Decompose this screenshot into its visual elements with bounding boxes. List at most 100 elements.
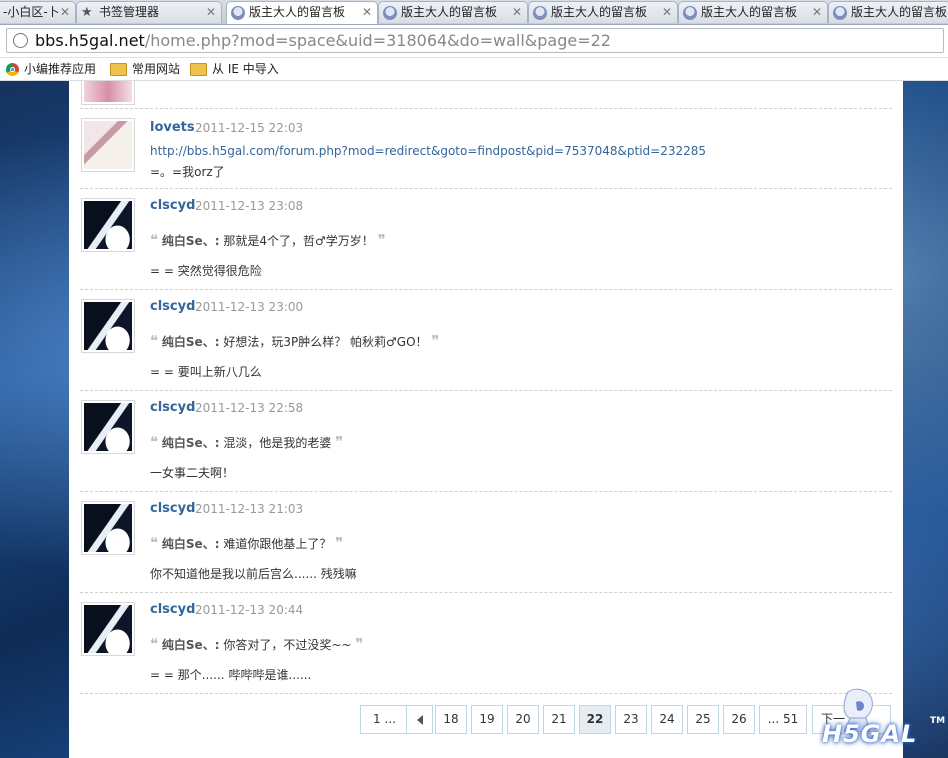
- folder-icon: [110, 63, 127, 76]
- list-item: clscyd 2011-12-13 20:44 ❝ 纯白Se、: 你答对了，不过…: [80, 593, 892, 694]
- site-favicon-icon: [231, 6, 245, 20]
- quote-open-icon: ❝: [150, 534, 159, 552]
- list-item: clscyd 2011-12-13 23:00 ❝ 纯白Se、: 好想法，玩3P…: [80, 290, 892, 391]
- avatar[interactable]: [81, 198, 135, 252]
- quote-author: 纯白Se、:: [161, 335, 220, 349]
- tab-strip: -小白区-卜 ✕ ★ 书签管理器 ✕ 版主大人的留言板 ✕ 版主大人的留言板 ✕…: [0, 0, 948, 25]
- tab-title: 版主大人的留言板: [701, 5, 798, 19]
- quote-close-icon: ❞: [335, 534, 344, 552]
- avatar[interactable]: [81, 501, 135, 555]
- browser-tab[interactable]: -小白区-卜 ✕: [0, 1, 76, 23]
- post-time: 2011-12-13 23:00: [195, 300, 304, 314]
- page-link[interactable]: 20: [507, 705, 539, 734]
- quote-open-icon: ❝: [150, 433, 159, 451]
- page-link[interactable]: 18: [435, 705, 467, 734]
- tab-title: -小白区-卜: [3, 5, 60, 19]
- username-link[interactable]: clscyd: [150, 299, 195, 314]
- page-last[interactable]: ... 51: [759, 705, 807, 734]
- post-time: 2011-12-13 23:08: [195, 199, 304, 213]
- quote-open-icon: ❝: [150, 332, 159, 350]
- star-icon: ★: [81, 5, 93, 20]
- address-bar[interactable]: bbs.h5gal.net/home.php?mod=space&uid=318…: [6, 28, 944, 53]
- avatar[interactable]: [81, 118, 135, 172]
- page-first[interactable]: 1 ...: [360, 705, 409, 734]
- bookmarks-bar: 小编推荐应用 常用网站 从 IE 中导入: [0, 58, 948, 81]
- browser-tab[interactable]: 版主大人的留言板: [828, 1, 948, 23]
- quote-open-icon: ❝: [150, 635, 159, 653]
- reply-text: 一女事二夫啊！: [150, 466, 235, 480]
- page-link[interactable]: 24: [651, 705, 683, 734]
- page-link[interactable]: 21: [543, 705, 575, 734]
- reply-text: = = 突然觉得很危险: [150, 264, 262, 278]
- username-link[interactable]: clscyd: [150, 198, 195, 213]
- close-icon[interactable]: ✕: [60, 2, 70, 23]
- browser-tab[interactable]: ★ 书签管理器 ✕: [76, 1, 222, 23]
- page-link[interactable]: 26: [723, 705, 755, 734]
- post-time: 2011-12-13 22:58: [195, 401, 304, 415]
- quote-text: 难道你跟他基上了？: [223, 537, 332, 551]
- quote-close-icon: ❞: [431, 332, 440, 350]
- quote-text: 那就是4个了，哲♂学万岁！: [223, 234, 374, 248]
- close-icon[interactable]: ✕: [662, 2, 672, 23]
- list-item: clscyd 2011-12-13 21:03 ❝ 纯白Se、: 难道你跟他基上…: [80, 492, 892, 593]
- quote-close-icon: ❞: [335, 433, 344, 451]
- tab-title: 版主大人的留言板: [249, 5, 346, 19]
- browser-tab[interactable]: 版主大人的留言板 ✕: [378, 1, 528, 23]
- username-link[interactable]: clscyd: [150, 400, 195, 415]
- browser-tab[interactable]: 版主大人的留言板 ✕: [678, 1, 828, 23]
- url-path: /home.php?mod=space&uid=318064&do=wall&p…: [144, 31, 611, 50]
- reply-text: =。=我orz了: [150, 165, 225, 179]
- wall-content: lovets 2011-12-15 22:03 http://bbs.h5gal…: [69, 81, 903, 758]
- post-time: 2011-12-13 21:03: [195, 502, 304, 516]
- bookmark-folder[interactable]: 从 IE 中导入: [190, 58, 279, 80]
- close-icon[interactable]: ✕: [512, 2, 522, 23]
- close-icon[interactable]: ✕: [206, 2, 216, 23]
- tab-title: 版主大人的留言板: [401, 5, 498, 19]
- page-link[interactable]: 25: [687, 705, 719, 734]
- quote-open-icon: ❝: [150, 231, 159, 249]
- avatar[interactable]: [81, 400, 135, 454]
- chrome-icon: [6, 63, 19, 76]
- watermark-text: H5GAL: [822, 720, 918, 748]
- tab-title: 版主大人的留言板: [851, 5, 948, 19]
- bookmark-folder[interactable]: 常用网站: [110, 58, 180, 80]
- bookmark-label: 常用网站: [132, 62, 181, 76]
- post-link[interactable]: http://bbs.h5gal.com/forum.php?mod=redir…: [150, 144, 706, 158]
- post-time: 2011-12-15 22:03: [195, 121, 304, 135]
- chevron-left-icon: [416, 714, 423, 725]
- quote-block: ❝ 纯白Se、: 难道你跟他基上了？ ❞: [150, 534, 343, 552]
- watermark-tm: TM: [930, 716, 946, 726]
- avatar[interactable]: [81, 299, 135, 353]
- page-viewport: lovets 2011-12-15 22:03 http://bbs.h5gal…: [0, 81, 948, 758]
- browser-tab-active[interactable]: 版主大人的留言板 ✕: [226, 1, 378, 24]
- quote-author: 纯白Se、:: [161, 537, 220, 551]
- close-icon[interactable]: ✕: [362, 2, 372, 23]
- username-link[interactable]: lovets: [150, 120, 195, 135]
- username-link[interactable]: clscyd: [150, 501, 195, 516]
- address-url[interactable]: bbs.h5gal.net/home.php?mod=space&uid=318…: [35, 31, 611, 51]
- quote-text: 你答对了，不过没奖~~: [223, 638, 352, 652]
- list-item: lovets 2011-12-15 22:03 http://bbs.h5gal…: [80, 109, 892, 189]
- list-item: clscyd 2011-12-13 22:58 ❝ 纯白Se、: 混淡，他是我的…: [80, 391, 892, 492]
- reply-text: = = 要叫上新八几么: [150, 365, 262, 379]
- page-current: 22: [579, 705, 611, 734]
- page-info-icon[interactable]: [13, 33, 28, 48]
- close-icon[interactable]: ✕: [812, 2, 822, 23]
- site-favicon-icon: [683, 6, 697, 20]
- bookmark-label: 小编推荐应用: [24, 62, 97, 76]
- username-link[interactable]: clscyd: [150, 602, 195, 617]
- quote-text: 好想法，玩3P肿么样？ 帕秋莉♂GO！: [223, 335, 428, 349]
- site-favicon-icon: [533, 6, 547, 20]
- page-link[interactable]: 23: [615, 705, 647, 734]
- quote-block: ❝ 纯白Se、: 好想法，玩3P肿么样？ 帕秋莉♂GO！ ❞: [150, 332, 439, 350]
- avatar[interactable]: [81, 602, 135, 656]
- quote-block: ❝ 纯白Se、: 那就是4个了，哲♂学万岁！ ❞: [150, 231, 386, 249]
- page-prev-button[interactable]: [406, 705, 433, 734]
- quote-close-icon: ❞: [377, 231, 386, 249]
- page-link[interactable]: 19: [471, 705, 503, 734]
- quote-block: ❝ 纯白Se、: 你答对了，不过没奖~~ ❞: [150, 635, 363, 653]
- browser-tab[interactable]: 版主大人的留言板 ✕: [528, 1, 678, 23]
- bookmark-item[interactable]: 小编推荐应用: [6, 58, 96, 80]
- quote-author: 纯白Se、:: [161, 436, 220, 450]
- avatar[interactable]: [81, 81, 135, 105]
